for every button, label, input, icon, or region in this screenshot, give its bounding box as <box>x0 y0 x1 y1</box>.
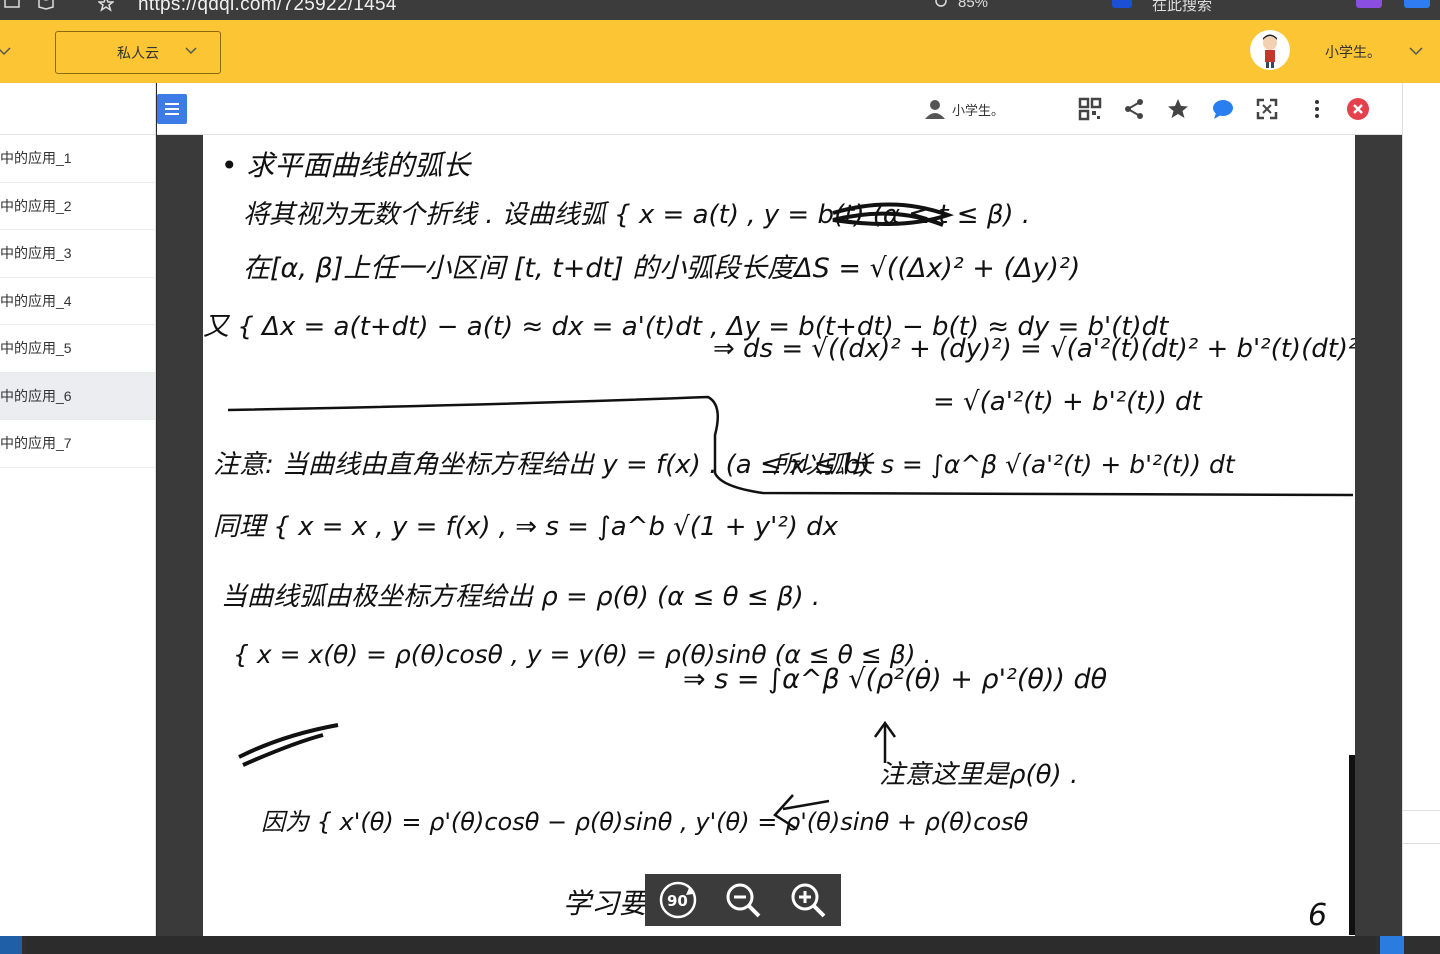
star-icon[interactable] <box>1166 97 1190 121</box>
qrcode-icon[interactable] <box>1078 97 1102 121</box>
taskbar-area <box>26 936 1376 954</box>
zoom-controls: 90 <box>645 874 841 926</box>
note-line: 学习要 <box>563 887 651 920</box>
extension-icon[interactable] <box>1356 0 1382 8</box>
sidebar-item-label: 中的应用_5 <box>0 340 72 357</box>
close-icon[interactable] <box>1346 97 1370 121</box>
browser-bar: https://qdqi.com/725922/1454 85% 在此搜索 <box>0 0 1440 20</box>
taskbar <box>0 936 1440 954</box>
avatar[interactable] <box>1250 30 1290 70</box>
sidebar-item[interactable]: 中的应用_2 <box>0 183 155 230</box>
header-user-name[interactable]: 小学生。 <box>1325 42 1381 62</box>
zoom-out-button[interactable] <box>721 878 765 922</box>
sidebar-item-label: 中的应用_2 <box>0 197 72 214</box>
note-line: 注意这里是ρ(θ) . <box>879 760 1078 790</box>
sidebar-item-active[interactable]: 中的应用_6 <box>0 372 155 420</box>
browser-app-icon[interactable] <box>1112 0 1132 8</box>
document-viewer: 小学生。 • 求平面曲线的弧长 将其视为无数个折线 . 设曲线弧 { x = a… <box>157 83 1402 936</box>
fullscreen-icon[interactable] <box>1255 97 1279 121</box>
sidebar-item-label: 中的应用_3 <box>0 245 72 262</box>
viewer-toolbar: 小学生。 <box>157 83 1402 135</box>
chevron-down-icon[interactable] <box>1408 44 1424 58</box>
new-tab-icon[interactable] <box>1404 0 1430 8</box>
sidebar-item[interactable]: 中的应用_1 <box>0 135 155 183</box>
divider <box>1403 843 1440 844</box>
zoom-out-icon <box>726 883 761 918</box>
divider <box>1403 810 1440 811</box>
note-line: ⇒ ds = √((dx)² + (dy)²) = √(a'²(t)(dt)² … <box>713 334 1355 364</box>
chevron-down-icon[interactable] <box>0 44 12 58</box>
sidebar-item[interactable]: 中的应用_3 <box>0 230 155 278</box>
address-bar[interactable]: https://qdqi.com/725922/1454 <box>138 0 397 16</box>
sidebar-item-label: 中的应用_4 <box>0 292 72 309</box>
share-icon[interactable] <box>1122 97 1146 121</box>
rotate-button[interactable]: 90 <box>656 878 700 922</box>
note-line: ⇒ s = ∫α^β √(ρ²(θ) + ρ'²(θ)) dθ <box>683 664 1107 695</box>
rotate-label: 90 <box>667 892 688 910</box>
user-icon <box>925 100 945 119</box>
sidebar-item-label: 中的应用_7 <box>0 435 72 452</box>
note-page: • 求平面曲线的弧长 将其视为无数个折线 . 设曲线弧 { x = a(t) ,… <box>203 135 1355 936</box>
avatar-image <box>1263 34 1277 68</box>
note-line: = √(a'²(t) + b'²(t)) dt <box>933 387 1203 417</box>
browser-search-box[interactable]: 在此搜索 <box>1152 0 1212 15</box>
rotate-90-icon: 90 <box>659 881 696 919</box>
sidebar: 中的应用_1 中的应用_2 中的应用_3 中的应用_4 中的应用_5 中的应用_… <box>0 83 156 936</box>
note-line: 所以弧长 s = ∫α^β √(a'²(t) + b'²(t)) dt <box>773 450 1236 479</box>
sidebar-header <box>0 83 155 135</box>
app-header: 私人云 小学生。 <box>0 20 1440 83</box>
taskbar-app[interactable] <box>0 936 22 954</box>
viewer-user[interactable]: 小学生。 <box>924 98 1004 120</box>
sidebar-item[interactable]: 中的应用_4 <box>0 278 155 325</box>
note-line: 当曲线弧由极坐标方程给出 ρ = ρ(θ) (α ≤ θ ≤ β) . <box>221 582 820 612</box>
viewer-user-name: 小学生。 <box>952 102 1005 118</box>
note-line: 因为 { x'(θ) = ρ'(θ)cosθ − ρ(θ)sinθ , y'(θ… <box>261 808 1029 836</box>
note-line: 6 <box>1308 898 1327 933</box>
reading-icon[interactable] <box>38 0 54 12</box>
comment-icon[interactable] <box>1211 97 1235 121</box>
more-icon[interactable] <box>1305 97 1329 121</box>
sidebar-toggle-icon[interactable] <box>4 0 20 12</box>
sidebar-item[interactable]: 中的应用_7 <box>0 420 155 468</box>
zoom-search-icon[interactable] <box>934 0 950 12</box>
zoom-in-icon <box>791 883 826 918</box>
note-line: 在[α, β]上任一小区间 [t, t+dt] 的小弧段长度ΔS = √((Δx… <box>243 253 1080 284</box>
cloud-select[interactable]: 私人云 <box>55 31 221 74</box>
zoom-level[interactable]: 85% <box>958 0 988 11</box>
sidebar-item[interactable]: 中的应用_5 <box>0 325 155 373</box>
handwriting-strokes: • 求平面曲线的弧长 将其视为无数个折线 . 设曲线弧 { x = a(t) ,… <box>203 149 1355 935</box>
chevron-down-icon <box>185 47 197 55</box>
note-line: • 求平面曲线的弧长 <box>221 149 472 182</box>
note-line: 同理 { x = x , y = f(x) , ⇒ s = ∫a^b √(1 +… <box>213 512 839 542</box>
taskbar-app[interactable] <box>1380 936 1404 954</box>
sidebar-item-label: 中的应用_6 <box>0 387 72 404</box>
zoom-in-button[interactable] <box>786 878 830 922</box>
favorite-star-icon[interactable] <box>98 0 114 12</box>
right-panel <box>1402 83 1440 936</box>
menu-button[interactable] <box>157 94 187 124</box>
cloud-select-label: 私人云 <box>117 44 159 61</box>
note-line: 注意: 当曲线由直角坐标方程给出 y = f(x) . (a ≤ x ≤ b) <box>213 450 870 480</box>
sidebar-item-label: 中的应用_1 <box>0 150 72 167</box>
